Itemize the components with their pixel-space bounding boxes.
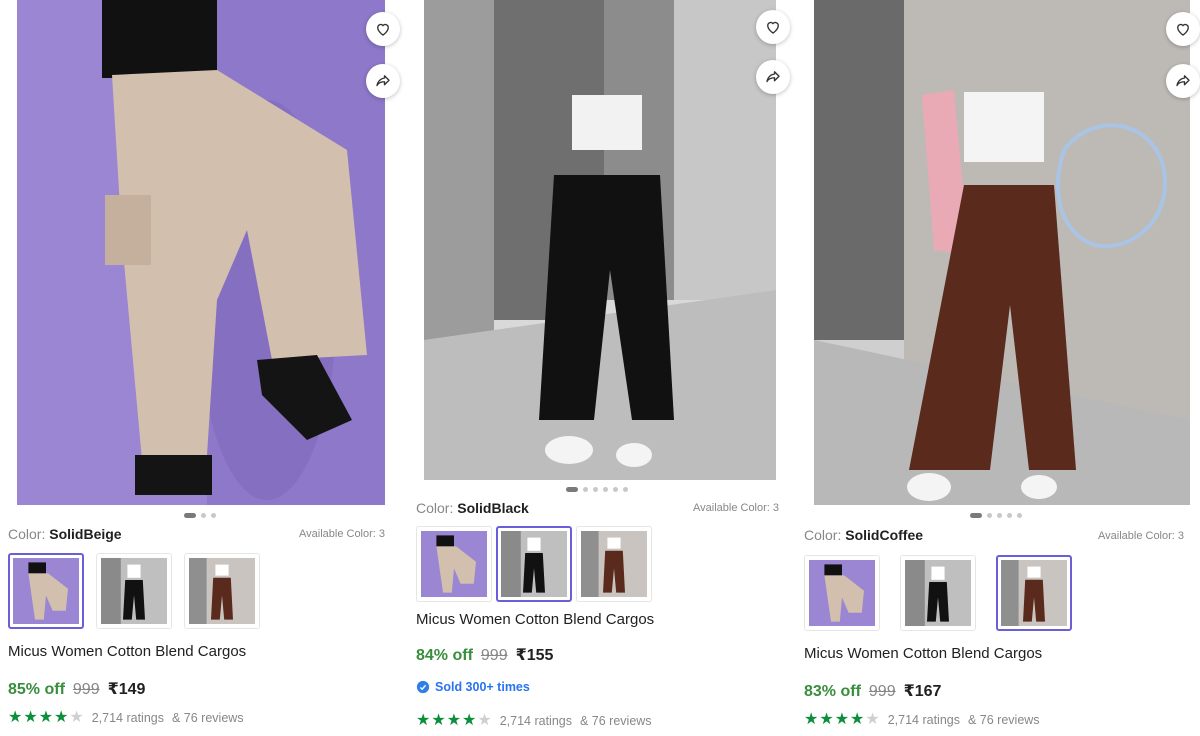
rating-row: ★ ★ ★ ★ ★ 2,714 ratings & 76 reviews (416, 713, 652, 729)
available-colors: Available Color: 3 (693, 502, 780, 514)
heart-icon (1177, 23, 1189, 36)
variant-coffee-thumb[interactable] (576, 526, 652, 602)
reviews-count: & 76 reviews (580, 714, 652, 728)
product-title[interactable]: Micus Women Cotton Blend Cargos (804, 645, 1042, 662)
variant-black-thumb[interactable] (96, 553, 172, 629)
variant-black-thumb[interactable] (496, 526, 572, 602)
ratings-count: 2,714 ratings (499, 714, 572, 728)
original-price: 999 (868, 683, 896, 700)
star-icon: ★ (850, 711, 865, 728)
image-carousel-dots[interactable] (566, 487, 628, 492)
wishlist-button[interactable] (366, 12, 400, 46)
star-icon: ★ (446, 712, 462, 729)
share-button[interactable] (756, 60, 790, 94)
final-price: ₹167 (903, 683, 942, 700)
discount: 85% off (8, 681, 65, 698)
star-icon: ★ (462, 712, 477, 729)
share-button[interactable] (1166, 64, 1200, 98)
available-colors: Available Color: 3 (1098, 530, 1185, 542)
product-image[interactable] (17, 0, 385, 505)
product-card-coffee: Color: SolidCoffee Available Color: 3 Mi… (804, 0, 1200, 736)
final-price: ₹149 (107, 681, 146, 698)
star-icon: ★ (431, 712, 446, 729)
star-icon: ★ (834, 711, 850, 728)
variant-beige-thumb[interactable] (416, 526, 492, 602)
variant-coffee-thumb[interactable] (996, 555, 1072, 631)
color-variants (8, 553, 260, 629)
heart-icon (767, 21, 779, 34)
variant-beige-thumb[interactable] (804, 555, 880, 631)
reviews-count: & 76 reviews (172, 711, 244, 725)
variant-beige-thumb[interactable] (8, 553, 84, 629)
image-carousel-dots[interactable] (970, 513, 1022, 518)
original-price: 999 (72, 681, 100, 698)
star-rating: ★ ★ ★ ★ ★ (416, 713, 492, 729)
wishlist-button[interactable] (1166, 12, 1200, 46)
selected-color: Color: SolidBlack (416, 500, 529, 516)
price-row: 83% off 999 ₹167 (804, 681, 941, 701)
heart-icon (377, 23, 389, 36)
star-rating: ★ ★ ★ ★ ★ (804, 712, 880, 728)
share-button[interactable] (366, 64, 400, 98)
ratings-count: 2,714 ratings (887, 713, 960, 727)
selected-color: Color: SolidBeige (8, 526, 122, 542)
star-icon: ★ (38, 709, 54, 726)
product-card-beige: Color: SolidBeige Available Color: 3 Mic… (0, 0, 400, 736)
price-row: 84% off 999 ₹155 (416, 645, 553, 665)
product-image[interactable] (814, 0, 1190, 505)
product-title[interactable]: Micus Women Cotton Blend Cargos (416, 611, 654, 628)
star-icon: ★ (54, 709, 69, 726)
star-rating: ★ ★ ★ ★ ★ (8, 710, 84, 726)
star-icon: ★ (819, 711, 834, 728)
star-icon: ★ (69, 709, 84, 726)
wishlist-button[interactable] (756, 10, 790, 44)
share-icon (766, 71, 780, 83)
star-icon: ★ (865, 711, 880, 728)
star-icon: ★ (8, 709, 23, 726)
available-colors: Available Color: 3 (299, 528, 386, 540)
product-image[interactable] (424, 0, 776, 480)
sold-badge-icon (416, 680, 430, 694)
final-price: ₹155 (515, 647, 554, 664)
sold-count-badge: Sold 300+ times (416, 680, 530, 694)
image-carousel-dots[interactable] (184, 513, 216, 518)
share-icon (376, 75, 390, 87)
star-icon: ★ (477, 712, 492, 729)
product-card-black: Color: SolidBlack Available Color: 3 Mic… (404, 0, 796, 736)
share-icon (1176, 75, 1190, 87)
selected-color: Color: SolidCoffee (804, 527, 924, 543)
star-icon: ★ (23, 709, 38, 726)
ratings-count: 2,714 ratings (91, 711, 164, 725)
discount: 83% off (804, 683, 861, 700)
price-row: 85% off 999 ₹149 (8, 679, 145, 699)
original-price: 999 (480, 647, 508, 664)
rating-row: ★ ★ ★ ★ ★ 2,714 ratings & 76 reviews (804, 712, 1040, 728)
variant-coffee-thumb[interactable] (184, 553, 260, 629)
reviews-count: & 76 reviews (968, 713, 1040, 727)
rating-row: ★ ★ ★ ★ ★ 2,714 ratings & 76 reviews (8, 710, 244, 726)
star-icon: ★ (416, 712, 431, 729)
discount: 84% off (416, 647, 473, 664)
product-title[interactable]: Micus Women Cotton Blend Cargos (8, 643, 246, 660)
star-icon: ★ (804, 711, 819, 728)
color-variants (416, 526, 652, 602)
variant-black-thumb[interactable] (900, 555, 976, 631)
color-variants (804, 555, 1072, 631)
